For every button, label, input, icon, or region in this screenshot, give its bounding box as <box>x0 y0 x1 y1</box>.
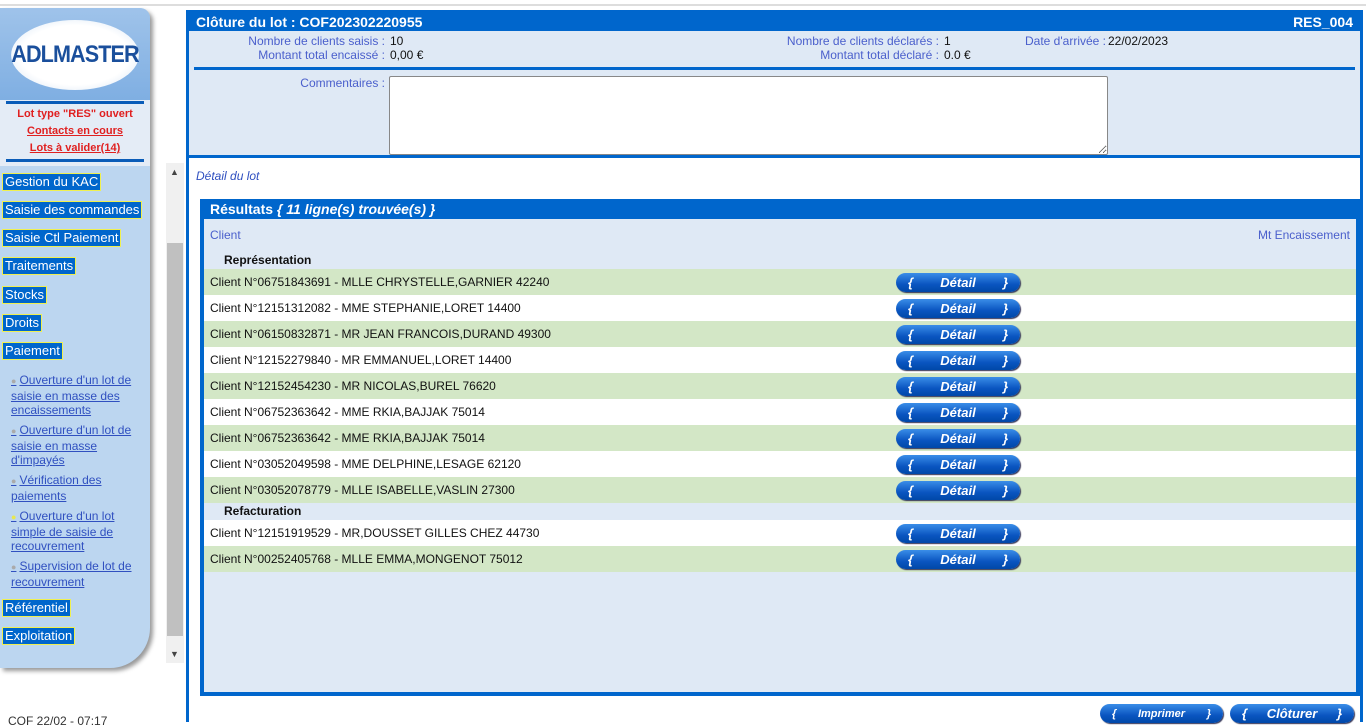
submenu-link[interactable]: ● Vérification des paiements <box>11 473 141 503</box>
submenu-link[interactable]: ● Ouverture d'un lot simple de saisie de … <box>11 509 141 554</box>
montant-declare-value: 0.0 € <box>944 48 971 62</box>
client-label: Client N°12151312082 - MME STEPHANIE,LOR… <box>210 301 521 315</box>
bullet-icon: ● <box>11 512 17 522</box>
table-row: Client N°12152279840 - MR EMMANUEL,LORET… <box>204 347 1356 373</box>
table-row: Client N°06751843691 - MLLE CHRYSTELLE,G… <box>204 269 1356 295</box>
close-lot-button[interactable]: {Clôturer} <box>1230 704 1354 723</box>
detail-button[interactable]: {Détail} <box>896 377 1020 396</box>
scroll-up-icon[interactable]: ▲ <box>170 167 179 177</box>
client-label: Client N°06751843691 - MLLE CHRYSTELLE,G… <box>210 275 550 289</box>
status-box: Lot type "RES" ouvert Contacts en cours … <box>0 100 150 166</box>
montant-declare-label: Montant total déclaré : <box>820 48 939 62</box>
results-box: Résultats { 11 ligne(s) trouvée(s) } Cli… <box>200 199 1360 696</box>
clients-declares-label: Nombre de clients déclarés : <box>786 34 939 48</box>
detail-button[interactable]: {Détail} <box>896 429 1020 448</box>
client-label: Client N°12151919529 - MR,DOUSSET GILLES… <box>210 526 540 540</box>
screen-code: RES_004 <box>1293 14 1353 30</box>
menu-item[interactable]: Saisie des commandes <box>2 201 143 219</box>
table-row: Client N°06752363642 - MME RKIA,BAJJAK 7… <box>204 399 1356 425</box>
detail-button[interactable]: {Détail} <box>896 403 1020 422</box>
bullet-icon: ● <box>11 476 17 486</box>
bullet-icon: ● <box>11 426 17 436</box>
client-label: Client N°06150832871 - MR JEAN FRANCOIS,… <box>210 327 551 341</box>
bullet-icon: ● <box>11 376 17 386</box>
submenu-link[interactable]: ● Supervision de lot de recouvrement <box>11 559 141 589</box>
clients-saisis-value: 10 <box>390 34 404 48</box>
divider <box>194 67 1355 70</box>
lots-link[interactable]: Lots à valider(14) <box>30 142 120 154</box>
table-row: Client N°12151312082 - MME STEPHANIE,LOR… <box>204 295 1356 321</box>
clients-declares-value: 1 <box>944 34 951 48</box>
lot-info: Nombre de clients saisis : 10 Montant to… <box>189 31 1360 158</box>
contacts-link[interactable]: Contacts en cours <box>27 125 123 137</box>
date-value: 22/02/2023 <box>1108 34 1169 48</box>
top-border <box>0 4 1366 6</box>
table-row: Client N°12152454230 - MR NICOLAS,BUREL … <box>204 373 1356 399</box>
detail-button[interactable]: {Détail} <box>896 273 1020 292</box>
bullet-icon: ● <box>11 562 17 572</box>
table-row: Client N°12151919529 - MR,DOUSSET GILLES… <box>204 520 1356 546</box>
results-header: Résultats { 11 ligne(s) trouvée(s) } <box>204 199 1356 219</box>
menu-item[interactable]: Droits <box>2 314 42 332</box>
submenu-link[interactable]: ● Ouverture d'un lot de saisie en masse d… <box>11 423 141 468</box>
commentaires-input[interactable] <box>389 76 1108 155</box>
col-amount: Mt Encaissement <box>1257 228 1350 242</box>
menu-item[interactable]: Saisie Ctl Paiement <box>2 229 122 247</box>
table-row: Client N°03052049598 - MME DELPHINE,LESA… <box>204 451 1356 477</box>
detail-button[interactable]: {Détail} <box>896 325 1020 344</box>
client-label: Client N°12152279840 - MR EMMANUEL,LORET… <box>210 353 512 367</box>
menu-item[interactable]: Gestion du KAC <box>2 173 102 191</box>
menu-item[interactable]: Traitements <box>2 257 77 275</box>
scroll-thumb[interactable] <box>167 243 183 636</box>
results-count: { 11 ligne(s) trouvée(s) } <box>276 201 436 217</box>
col-client: Client <box>210 228 241 242</box>
logo: ADLMASTER <box>11 20 140 90</box>
client-label: Client N°12152454230 - MR NICOLAS,BUREL … <box>210 379 496 393</box>
page-title: Clôture du lot : COF202302220955 <box>196 14 423 30</box>
lot-status: Lot type "RES" ouvert <box>17 108 133 120</box>
detail-button[interactable]: {Détail} <box>896 481 1020 500</box>
session-footer: COF 22/02 - 07:17 <box>8 714 108 728</box>
submenu-link[interactable]: ● Ouverture d'un lot de saisie en masse d… <box>11 373 141 418</box>
table-row: Client N°00252405768 - MLLE EMMA,MONGENO… <box>204 546 1356 572</box>
column-headers: Client Mt Encaissement <box>204 219 1356 252</box>
detail-button[interactable]: {Détail} <box>896 351 1020 370</box>
scroll-down-icon[interactable]: ▼ <box>170 649 179 659</box>
sidebar-scrollbar[interactable]: ▲ ▼ <box>166 163 184 663</box>
client-label: Client N°00252405768 - MLLE EMMA,MONGENO… <box>210 552 523 566</box>
table-row: Client N°03052078779 - MLLE ISABELLE,VAS… <box>204 477 1356 503</box>
client-label: Client N°03052049598 - MME DELPHINE,LESA… <box>210 457 521 471</box>
client-label: Client N°03052078779 - MLLE ISABELLE,VAS… <box>210 483 515 497</box>
print-button[interactable]: {Imprimer} <box>1100 704 1223 723</box>
detail-button[interactable]: {Détail} <box>896 455 1020 474</box>
detail-button[interactable]: {Détail} <box>896 524 1020 543</box>
table-row: Client N°06752363642 - MME RKIA,BAJJAK 7… <box>204 425 1356 451</box>
detail-title: Détail du lot <box>196 169 260 183</box>
group-header: Refacturation <box>224 504 302 518</box>
table-row: Client N°06150832871 - MR JEAN FRANCOIS,… <box>204 321 1356 347</box>
panel-header: Clôture du lot : COF202302220955 RES_004 <box>189 13 1360 31</box>
commentaires-label: Commentaires : <box>300 76 385 90</box>
menu-item[interactable]: Paiement <box>2 342 63 360</box>
clients-saisis-label: Nombre de clients saisis : <box>248 34 385 48</box>
detail-button[interactable]: {Détail} <box>896 299 1020 318</box>
menu-item[interactable]: Référentiel <box>2 599 71 617</box>
menu-item[interactable]: Exploitation <box>2 627 76 645</box>
montant-encaisse-label: Montant total encaissé : <box>258 48 385 62</box>
montant-encaisse-value: 0,00 € <box>390 48 424 62</box>
client-label: Client N°06752363642 - MME RKIA,BAJJAK 7… <box>210 405 485 419</box>
menu-item[interactable]: Stocks <box>2 286 48 304</box>
date-label: Date d'arrivée : <box>1025 34 1106 48</box>
client-label: Client N°06752363642 - MME RKIA,BAJJAK 7… <box>210 431 485 445</box>
group-header: Représentation <box>224 253 312 267</box>
results-title: Résultats <box>210 201 274 217</box>
detail-button[interactable]: {Détail} <box>896 550 1020 569</box>
